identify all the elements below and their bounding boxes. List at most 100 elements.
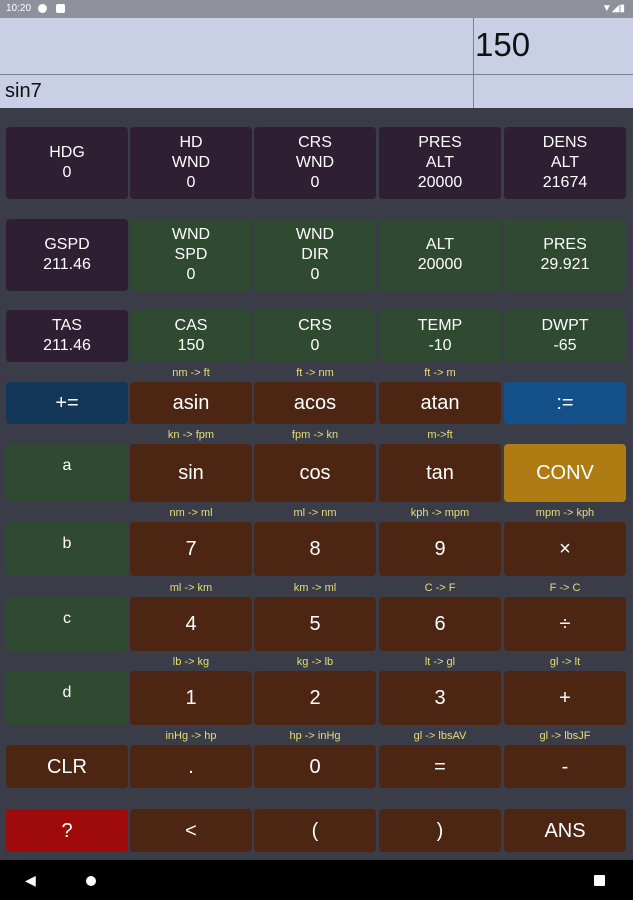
divide-button[interactable]: ÷ bbox=[504, 597, 626, 651]
digit-3-button[interactable]: 3 bbox=[379, 671, 501, 725]
cell-line: GSPD bbox=[44, 236, 90, 253]
cell-line: TEMP bbox=[417, 317, 463, 334]
cell-line: 0 bbox=[186, 266, 196, 283]
atan-button[interactable]: atan bbox=[379, 382, 501, 424]
cell-line: ALT bbox=[425, 236, 455, 253]
decimal-button[interactable]: . bbox=[130, 745, 252, 788]
conversion-label: m->ft bbox=[427, 429, 453, 441]
cell-line: DIR bbox=[301, 246, 329, 263]
expression-input[interactable]: sin7 bbox=[5, 80, 42, 103]
cell-line: HD bbox=[179, 134, 203, 151]
cell-line: HDG bbox=[49, 144, 85, 161]
hd-wnd-cell: HD WND 0 bbox=[130, 127, 252, 199]
conv-button[interactable]: CONV bbox=[504, 444, 626, 502]
button-label: 9 bbox=[434, 538, 446, 560]
equals-button[interactable]: = bbox=[379, 745, 501, 788]
button-label: = bbox=[434, 755, 446, 778]
button-label: += bbox=[55, 392, 79, 414]
cell-line: 211.46 bbox=[43, 256, 91, 273]
button-label: sin bbox=[178, 462, 204, 484]
conversion-label: C -> F bbox=[424, 582, 456, 594]
digit-5-button[interactable]: 5 bbox=[254, 597, 376, 651]
cell-line: 0 bbox=[310, 266, 320, 283]
crs-wnd-cell: CRS WND 0 bbox=[254, 127, 376, 199]
conversion-label: km -> ml bbox=[293, 582, 337, 594]
temp-cell: TEMP -10 bbox=[379, 310, 501, 362]
digit-9-button[interactable]: 9 bbox=[379, 522, 501, 576]
cell-line: 29.921 bbox=[540, 256, 590, 273]
cell-line: -10 bbox=[428, 337, 452, 354]
button-label: < bbox=[185, 819, 197, 842]
cell-line: PRES bbox=[543, 236, 587, 253]
digit-8-button[interactable]: 8 bbox=[254, 522, 376, 576]
cell-line: WND bbox=[171, 154, 211, 171]
cos-button[interactable]: cos bbox=[254, 444, 376, 502]
doc-icon bbox=[56, 4, 65, 13]
cell-line: CAS bbox=[174, 317, 208, 334]
keypad: HDG 0 HD WND 0 CRS WND 0 PRES ALT 20000 DENS ALT 2167… bbox=[0, 108, 633, 860]
back-icon[interactable]: ◀ bbox=[25, 872, 36, 889]
conversion-label: kph -> mpm bbox=[410, 507, 470, 519]
digit-1-button[interactable]: 1 bbox=[130, 671, 252, 725]
alt-cell: ALT 20000 bbox=[379, 219, 501, 291]
conversion-label: hp -> inHg bbox=[289, 730, 341, 742]
button-label: CLR bbox=[46, 755, 87, 778]
gspd-cell: GSPD 211.46 bbox=[6, 219, 128, 291]
display-divider-vertical bbox=[473, 18, 474, 108]
cas-cell: CAS 150 bbox=[130, 310, 252, 362]
button-label: CONV bbox=[536, 462, 594, 484]
button-label: c bbox=[63, 610, 71, 627]
digit-2-button[interactable]: 2 bbox=[254, 671, 376, 725]
multiply-button[interactable]: × bbox=[504, 522, 626, 576]
home-icon[interactable] bbox=[86, 876, 96, 886]
wnd-dir-cell: WND DIR 0 bbox=[254, 219, 376, 291]
conversion-label: gl -> lbsJF bbox=[539, 730, 591, 742]
button-label: + bbox=[559, 687, 571, 709]
digit-6-button[interactable]: 6 bbox=[379, 597, 501, 651]
conversion-label: kg -> lb bbox=[296, 656, 334, 668]
assign-button[interactable]: := bbox=[504, 382, 626, 424]
dens-alt-cell: DENS ALT 21674 bbox=[504, 127, 626, 199]
tan-button[interactable]: tan bbox=[379, 444, 501, 502]
button-label: asin bbox=[172, 392, 210, 414]
digit-7-button[interactable]: 7 bbox=[130, 522, 252, 576]
cell-line: 211.46 bbox=[43, 337, 91, 354]
open-paren-button[interactable]: ( bbox=[254, 809, 376, 852]
plus-equals-button[interactable]: += bbox=[6, 382, 128, 424]
minus-button[interactable]: - bbox=[504, 745, 626, 788]
ans-button[interactable]: ANS bbox=[504, 809, 626, 852]
backspace-button[interactable]: < bbox=[130, 809, 252, 852]
recents-icon[interactable] bbox=[594, 875, 605, 886]
status-right-icons: ▼◢▮ bbox=[601, 3, 625, 14]
var-b-button[interactable]: b bbox=[6, 522, 128, 576]
cell-line: 150 bbox=[177, 337, 205, 354]
cell-line: PRES bbox=[418, 134, 462, 151]
plus-button[interactable]: + bbox=[504, 671, 626, 725]
button-label: b bbox=[62, 535, 72, 552]
digit-4-button[interactable]: 4 bbox=[130, 597, 252, 651]
digit-0-button[interactable]: 0 bbox=[254, 745, 376, 788]
close-paren-button[interactable]: ) bbox=[379, 809, 501, 852]
button-label: 8 bbox=[309, 538, 321, 560]
button-label: atan bbox=[420, 392, 460, 414]
sin-button[interactable]: sin bbox=[130, 444, 252, 502]
button-label: . bbox=[188, 755, 194, 778]
var-d-button[interactable]: d bbox=[6, 671, 128, 725]
asin-button[interactable]: asin bbox=[130, 382, 252, 424]
conversion-label: kn -> fpm bbox=[167, 429, 215, 441]
button-label: 3 bbox=[434, 687, 446, 709]
button-label: × bbox=[559, 538, 571, 560]
help-button[interactable]: ? bbox=[6, 809, 128, 852]
cell-line: WND bbox=[171, 226, 211, 243]
clear-button[interactable]: CLR bbox=[6, 745, 128, 788]
var-c-button[interactable]: c bbox=[6, 597, 128, 651]
cell-line: 0 bbox=[186, 174, 196, 191]
g-icon bbox=[38, 4, 47, 13]
acos-button[interactable]: acos bbox=[254, 382, 376, 424]
var-a-button[interactable]: a bbox=[6, 444, 128, 502]
cell-line: 20000 bbox=[417, 256, 463, 273]
cell-line: 0 bbox=[62, 164, 72, 181]
button-label: ( bbox=[311, 819, 319, 842]
pres-cell: PRES 29.921 bbox=[504, 219, 626, 291]
cell-line: ALT bbox=[425, 154, 455, 171]
